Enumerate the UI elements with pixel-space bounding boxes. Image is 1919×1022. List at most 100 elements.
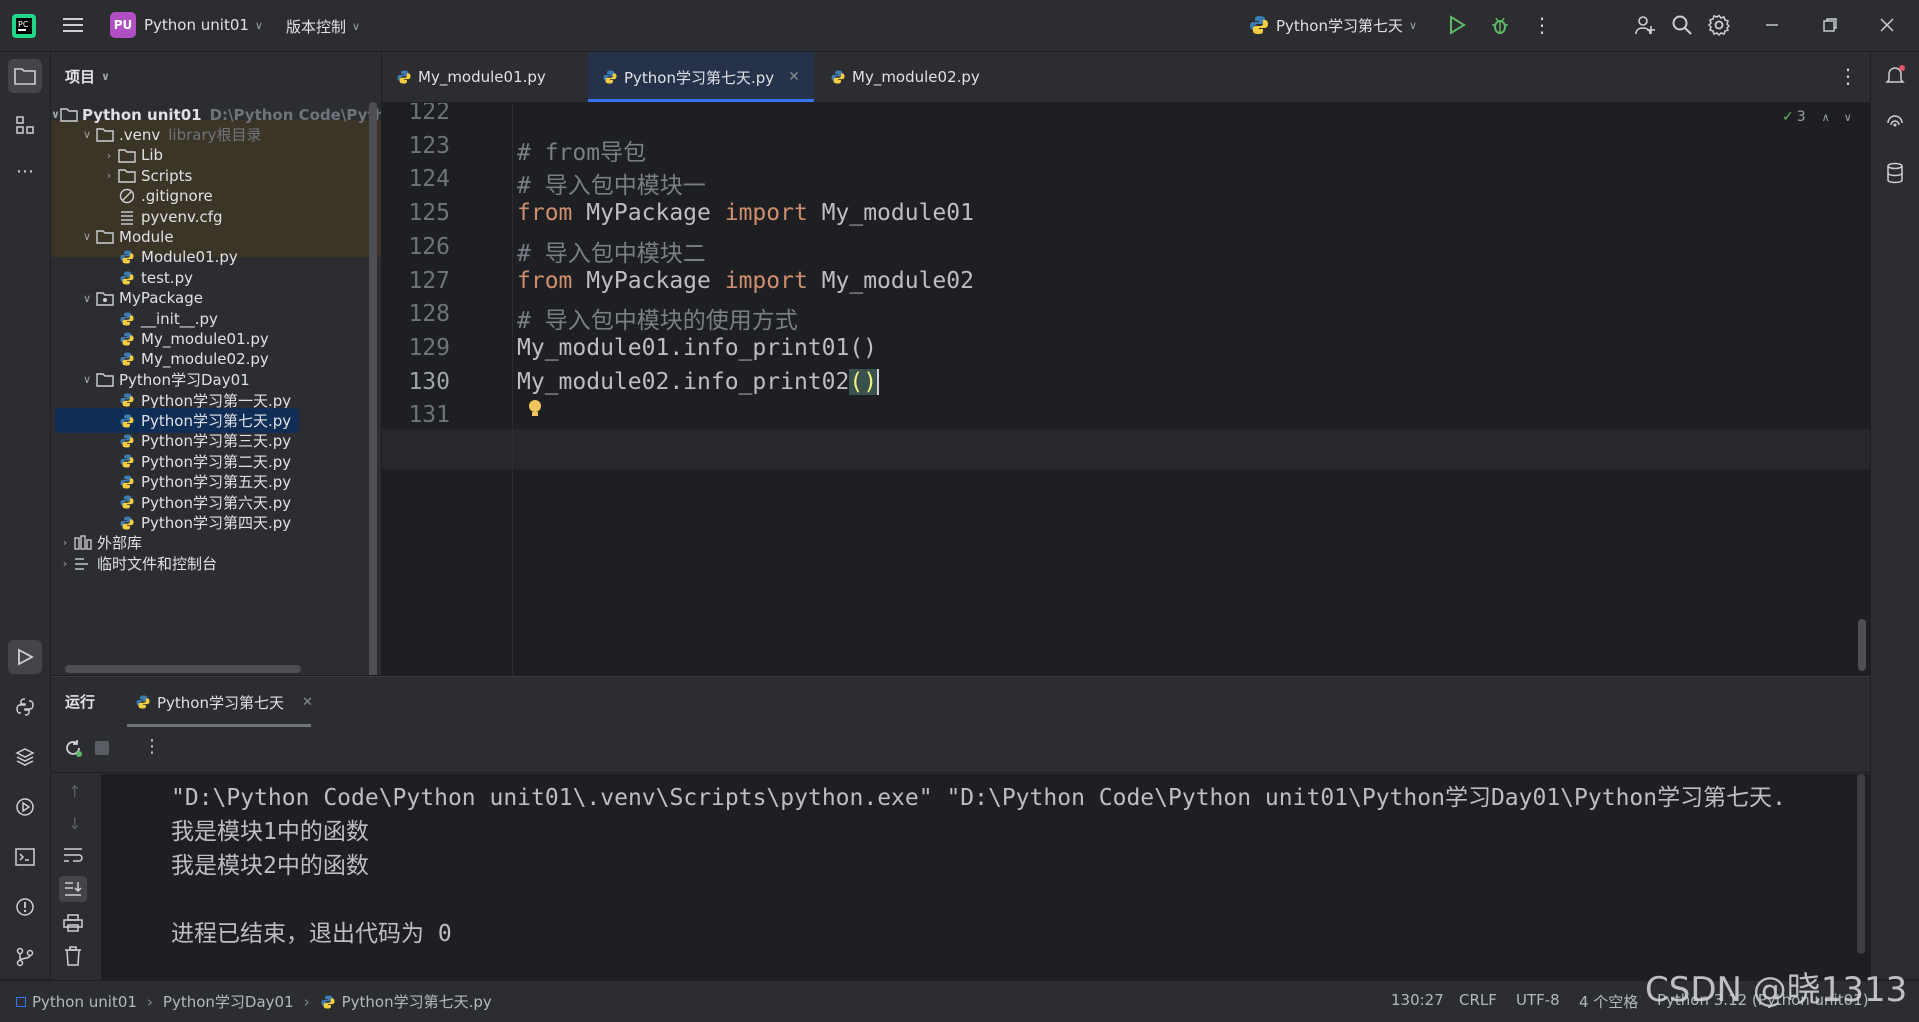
project-switcher[interactable]: PU Python unit01 ∨ <box>110 12 263 38</box>
close-tab-icon[interactable]: ✕ <box>302 695 313 710</box>
run-panel-header: 运行 Python学习第七天 ✕ <box>51 677 1870 727</box>
status-bar: Python unit01 › Python学习Day01 › Python学习… <box>0 980 1919 1022</box>
breadcrumb-item[interactable]: Python学习Day01 <box>163 991 294 1012</box>
tab-label: My_module02.py <box>852 68 980 86</box>
debug-icon[interactable] <box>1483 8 1517 42</box>
layers-icon[interactable] <box>8 740 42 774</box>
python-file-icon <box>117 473 137 491</box>
tree-item-label: MyPackage <box>119 289 203 308</box>
git-branch-icon[interactable] <box>8 940 42 974</box>
stop-icon[interactable] <box>95 741 109 755</box>
intention-bulb-icon[interactable] <box>527 399 543 419</box>
line-number: 127 <box>408 267 450 294</box>
tab-options-icon[interactable]: ⋮ <box>1838 64 1858 88</box>
code-line: # 导入包中模块的使用方式 <box>517 308 798 335</box>
search-icon[interactable] <box>1665 8 1699 42</box>
chevron-right-icon[interactable]: › <box>101 169 117 182</box>
tree-item[interactable]: › 临时文件和控制台 <box>51 551 371 576</box>
structure-icon[interactable] <box>8 108 42 142</box>
code-line: from MyPackage import My_module02 <box>517 267 974 294</box>
chevron-down-icon[interactable]: ∨ <box>79 292 95 305</box>
chevron-right-icon[interactable]: › <box>57 557 73 570</box>
gear-icon[interactable] <box>1702 8 1736 42</box>
inspection-widget[interactable]: ✓ 3 ∧ ∨ <box>1782 109 1852 125</box>
tree-scrollbar[interactable] <box>369 102 377 675</box>
breadcrumb-item[interactable]: Python unit01 <box>32 993 137 1011</box>
tab-python-day7[interactable]: Python学习第七天.py ✕ <box>588 52 814 102</box>
minimize-icon[interactable] <box>1755 8 1789 42</box>
trash-icon[interactable] <box>64 946 82 970</box>
tree-item-label: My_module02.py <box>141 350 269 369</box>
chevron-down-icon[interactable]: ∨ <box>79 230 95 243</box>
python-console-icon[interactable] <box>8 690 42 724</box>
run-icon[interactable] <box>1440 8 1474 42</box>
add-user-icon[interactable] <box>1628 8 1662 42</box>
rerun-icon[interactable] <box>63 738 83 762</box>
project-folder-icon[interactable] <box>8 59 42 93</box>
package-folder-icon <box>95 289 115 307</box>
code-line: # from导包 <box>517 139 647 166</box>
scroll-to-end-icon[interactable] <box>59 876 87 902</box>
folder-icon <box>95 126 115 144</box>
chevron-right-icon: › <box>303 992 310 1011</box>
watermark: CSDN @晓1313 <box>1645 970 1908 1010</box>
left-tool-strip: ⋯ <box>0 52 51 979</box>
line-separator[interactable]: CRLF <box>1459 991 1497 1009</box>
python-file-icon <box>117 248 137 266</box>
editor-scrollbar[interactable] <box>1858 619 1866 671</box>
terminal-icon[interactable] <box>8 840 42 874</box>
vcs-label: 版本控制 <box>286 18 347 36</box>
ai-assistant-icon[interactable] <box>1878 106 1912 140</box>
breadcrumb-item[interactable]: Python学习第七天.py <box>342 991 492 1012</box>
folder-icon <box>60 106 78 124</box>
close-tab-icon[interactable]: ✕ <box>788 69 800 85</box>
code-line: from MyPackage import My_module01 <box>517 200 974 227</box>
soft-wrap-icon[interactable] <box>63 846 83 868</box>
arrow-up-icon[interactable]: ↑ <box>68 782 81 801</box>
arrow-down-icon[interactable]: ↓ <box>68 814 81 833</box>
more-tools-icon[interactable]: ⋯ <box>8 154 42 188</box>
tree-hscrollbar[interactable] <box>65 665 301 673</box>
tab-my-module02[interactable]: My_module02.py <box>830 52 1006 102</box>
python-file-icon <box>117 493 137 511</box>
project-panel-header[interactable]: 项目 ∨ <box>51 52 381 100</box>
chevron-down-icon[interactable]: ∨ <box>51 108 60 121</box>
run-tool-icon[interactable] <box>8 640 42 674</box>
console-scrollbar[interactable] <box>1857 774 1865 954</box>
restore-icon[interactable] <box>1813 8 1847 42</box>
chevron-down-icon[interactable]: ∨ <box>79 128 95 141</box>
console-output[interactable]: "D:\Python Code\Python unit01\.venv\Scri… <box>101 774 1870 980</box>
chevron-right-icon[interactable]: › <box>57 536 73 549</box>
close-icon[interactable] <box>1870 8 1904 42</box>
chevron-down-icon[interactable]: ∨ <box>1844 111 1852 124</box>
app-logo-icon[interactable]: PC <box>10 12 38 40</box>
chevron-down-icon: ∨ <box>101 69 110 83</box>
services-icon[interactable] <box>8 790 42 824</box>
indent-setting[interactable]: 4 个空格 <box>1579 991 1638 1012</box>
chevron-right-icon[interactable]: › <box>101 149 117 162</box>
more-actions-icon[interactable]: ⋮ <box>1525 8 1559 42</box>
print-icon[interactable] <box>63 914 83 936</box>
chevron-up-icon[interactable]: ∧ <box>1822 111 1830 124</box>
line-number: 123 <box>408 132 450 159</box>
console-line: "D:\Python Code\Python unit01\.venv\Scri… <box>171 785 1786 811</box>
project-name: Python unit01 <box>144 16 249 34</box>
tree-item-label: Lib <box>141 146 164 165</box>
chevron-down-icon[interactable]: ∨ <box>79 373 95 386</box>
vcs-menu[interactable]: 版本控制 ∨ <box>286 16 360 37</box>
cursor-position[interactable]: 130:27 <box>1391 991 1444 1009</box>
database-icon[interactable] <box>1878 156 1912 190</box>
tab-my-module01[interactable]: My_module01.py <box>396 52 572 102</box>
folder-icon <box>117 146 137 164</box>
run-config-selector[interactable]: Python学习第七天 ∨ <box>1248 14 1417 36</box>
line-number: 124 <box>408 166 450 193</box>
code-editor[interactable]: 122 123 # from导包 124 # 导入包中模块一 125 from MyPack… <box>382 103 1870 675</box>
python-file-icon <box>117 350 137 368</box>
notifications-icon[interactable] <box>1878 58 1912 92</box>
run-tab[interactable]: Python学习第七天 ✕ <box>127 677 321 727</box>
file-encoding[interactable]: UTF-8 <box>1516 991 1560 1009</box>
problems-icon[interactable] <box>8 890 42 924</box>
run-more-icon[interactable]: ⋮ <box>143 736 161 757</box>
library-icon <box>73 534 93 552</box>
main-menu-icon[interactable] <box>56 8 90 42</box>
